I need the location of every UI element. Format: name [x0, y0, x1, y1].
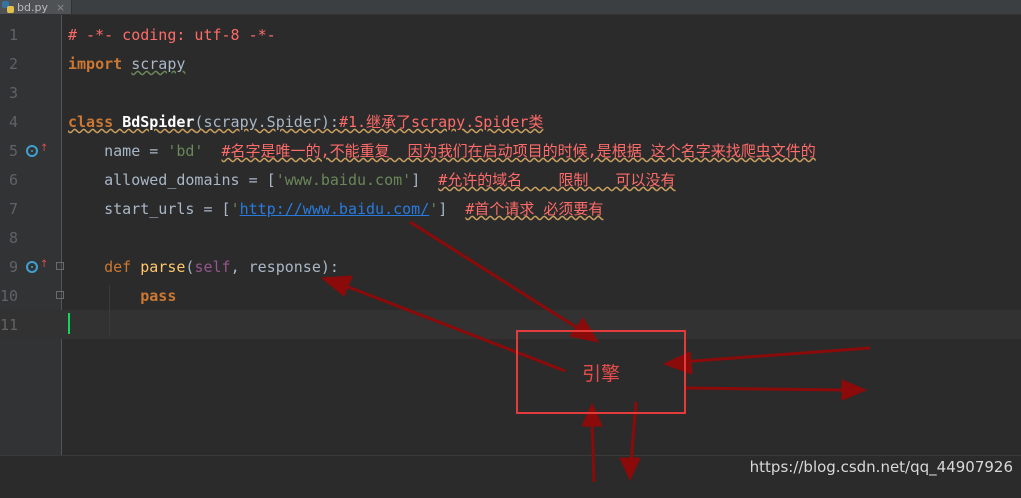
arrow-head [619, 457, 641, 482]
arrow-start-urls-to-engine [409, 220, 591, 338]
arrow-right-to-engine [679, 346, 871, 364]
arrow-engine-to-right [685, 386, 847, 392]
arrow-head [841, 379, 868, 401]
engine-annotation-box: 引擎 [516, 330, 686, 414]
watermark-text: https://blog.csdn.net/qq_44907926 [749, 458, 1013, 476]
arrow-head [320, 275, 353, 297]
engine-label: 引擎 [581, 362, 620, 385]
arrow-bottom-to-engine [590, 419, 596, 483]
annotation-arrows [320, 220, 871, 483]
